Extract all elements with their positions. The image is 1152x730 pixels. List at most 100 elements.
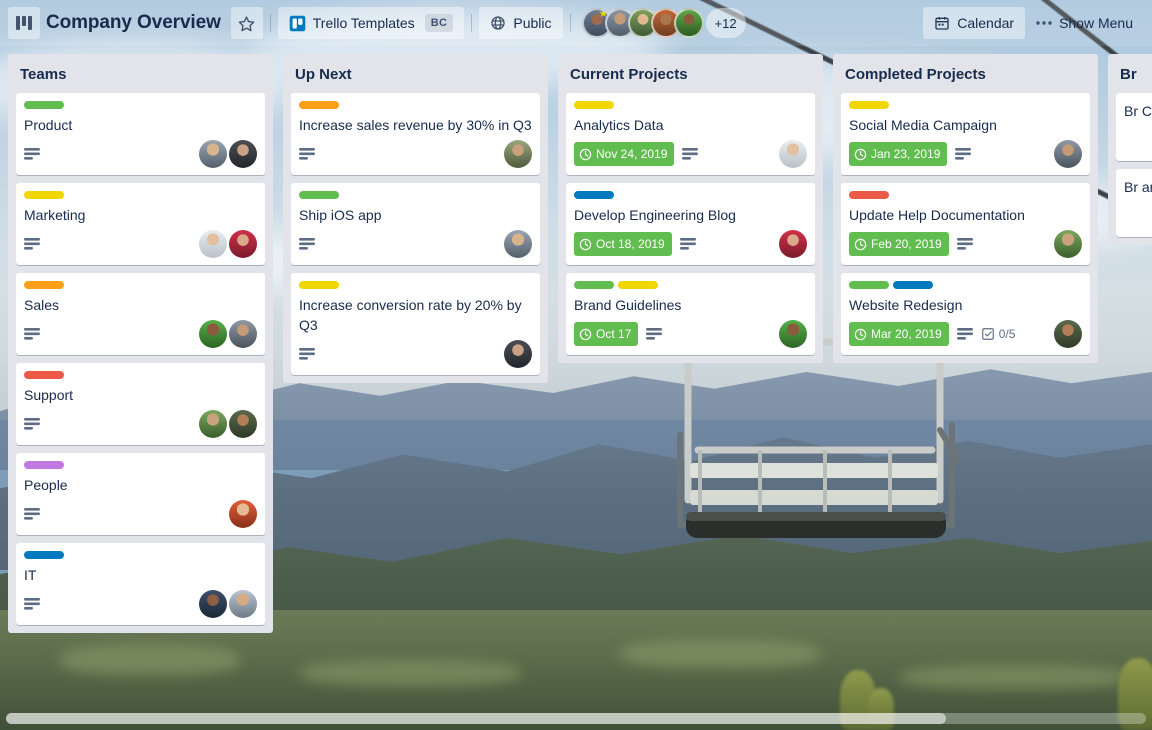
list-completed-projects[interactable]: Completed ProjectsSocial Media CampaignJ… [833,54,1098,363]
card-badges [299,229,532,259]
card[interactable]: Br an de [1116,169,1152,237]
label-chip-blue[interactable] [574,191,614,199]
card-title: IT [24,565,257,585]
label-chip-yellow[interactable] [299,281,339,289]
card[interactable]: IT [16,543,265,625]
card[interactable]: Sales [16,273,265,355]
card[interactable]: Marketing [16,183,265,265]
avatar[interactable] [779,230,807,258]
description-icon [299,348,315,360]
card-badges: Nov 24, 2019 [574,139,807,169]
card[interactable]: Develop Engineering BlogOct 18, 2019 [566,183,815,265]
avatar[interactable] [504,140,532,168]
due-date-badge[interactable]: Nov 24, 2019 [574,142,674,166]
label-chip-blue[interactable] [893,281,933,289]
due-date-badge[interactable]: Jan 23, 2019 [849,142,947,166]
label-chip-green[interactable] [299,191,339,199]
card-labels [849,101,1082,109]
avatar[interactable] [504,230,532,258]
scrollbar-thumb[interactable] [6,713,946,724]
label-chip-yellow[interactable] [618,281,658,289]
card[interactable]: People [16,453,265,535]
list-title[interactable]: Current Projects [558,54,823,93]
card-members [1054,140,1082,168]
due-date-badge[interactable]: Oct 18, 2019 [574,232,672,256]
description-icon [646,328,662,340]
avatar[interactable] [779,140,807,168]
card[interactable]: Ship iOS app [291,183,540,265]
avatar[interactable] [199,410,227,438]
list-title[interactable]: Completed Projects [833,54,1098,93]
list-title[interactable]: Teams [8,54,273,93]
members-overflow-badge[interactable]: +12 [706,8,746,38]
avatar[interactable] [1054,230,1082,258]
card[interactable]: Br C re [1116,93,1152,161]
card-labels [24,191,257,199]
list-br[interactable]: BrBr C re Br an de [1108,54,1152,245]
clock-icon [854,328,867,341]
horizontal-scrollbar[interactable] [0,713,1152,724]
card-title: People [24,475,257,495]
avatar[interactable] [229,590,257,618]
card-labels [24,461,257,469]
avatar[interactable] [199,320,227,348]
label-chip-blue[interactable] [24,551,64,559]
list-title[interactable]: Up Next [283,54,548,93]
avatar[interactable] [229,140,257,168]
card[interactable]: Increase conversion rate by 20% by Q3 [291,273,540,375]
avatar[interactable] [199,590,227,618]
star-icon[interactable] [231,7,263,39]
label-chip-orange[interactable] [299,101,339,109]
label-chip-green[interactable] [24,101,64,109]
label-chip-green[interactable] [574,281,614,289]
card-badges: Oct 18, 2019 [574,229,807,259]
team-button[interactable]: Trello Templates BC [278,7,465,39]
avatar[interactable] [504,340,532,368]
avatar[interactable] [1054,140,1082,168]
show-menu-button[interactable]: Show Menu [1025,7,1144,39]
avatar[interactable] [199,140,227,168]
card[interactable]: Social Media CampaignJan 23, 2019 [841,93,1090,175]
label-chip-purple[interactable] [24,461,64,469]
list-title[interactable]: Br [1108,54,1152,93]
avatar[interactable] [1054,320,1082,348]
card[interactable]: Increase sales revenue by 30% in Q3 [291,93,540,175]
visibility-button[interactable]: Public [479,7,562,39]
board-lists-canvas[interactable]: TeamsProductMarketingSalesSupport People I… [0,46,1152,706]
list-current-projects[interactable]: Current ProjectsAnalytics DataNov 24, 20… [558,54,823,363]
label-chip-yellow[interactable] [24,191,64,199]
due-date-badge[interactable]: Oct 17 [574,322,638,346]
label-chip-orange[interactable] [24,281,64,289]
label-chip-green[interactable] [849,281,889,289]
avatar[interactable] [674,8,704,38]
header-divider [570,14,571,32]
due-date-badge[interactable]: Feb 20, 2019 [849,232,949,256]
card-badges: Mar 20, 20190/5 [849,319,1082,349]
card[interactable]: Brand GuidelinesOct 17 [566,273,815,355]
card-badges [24,229,257,259]
board-view-icon[interactable] [8,7,40,39]
card[interactable]: Support [16,363,265,445]
list-teams[interactable]: TeamsProductMarketingSalesSupport People I… [8,54,273,633]
label-chip-yellow[interactable] [849,101,889,109]
avatar[interactable] [779,320,807,348]
card[interactable]: Product [16,93,265,175]
visibility-label: Public [513,15,551,31]
label-chip-red[interactable] [849,191,889,199]
card[interactable]: Analytics DataNov 24, 2019 [566,93,815,175]
avatar[interactable] [199,230,227,258]
label-chip-yellow[interactable] [574,101,614,109]
label-chip-red[interactable] [24,371,64,379]
calendar-button[interactable]: Calendar [923,7,1025,39]
board-header: Company Overview Trello Templates BC Pub… [0,0,1152,46]
avatar[interactable] [229,410,257,438]
due-date-badge[interactable]: Mar 20, 2019 [849,322,949,346]
list-up-next[interactable]: Up NextIncrease sales revenue by 30% in … [283,54,548,383]
card[interactable]: Update Help DocumentationFeb 20, 2019 [841,183,1090,265]
avatar[interactable] [229,230,257,258]
avatar[interactable] [229,500,257,528]
header-divider [270,14,271,32]
card[interactable]: Website RedesignMar 20, 20190/5 [841,273,1090,355]
team-name: Trello Templates [313,15,415,31]
avatar[interactable] [229,320,257,348]
